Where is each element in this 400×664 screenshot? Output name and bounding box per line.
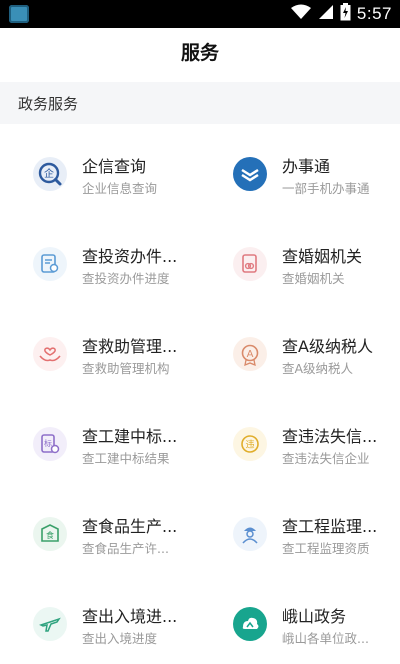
service-name: 查违法失信... bbox=[282, 427, 378, 446]
wifi-icon bbox=[290, 4, 312, 24]
service-item-enterprise-query[interactable]: 企 企信查询 企业信息查询 bbox=[0, 124, 200, 214]
eshan-gov-icon bbox=[233, 607, 267, 641]
top-bar: 服务 bbox=[0, 28, 400, 74]
service-desc: 峨山各单位政... bbox=[282, 631, 369, 646]
service-name: 查A级纳税人 bbox=[282, 337, 373, 356]
service-name: 办事通 bbox=[282, 157, 331, 176]
svg-text:企: 企 bbox=[44, 167, 54, 180]
service-desc: 查A级纳税人 bbox=[282, 361, 354, 376]
service-item-supervision-qualification[interactable]: 查工程监理... 查工程监理资质 bbox=[200, 484, 400, 574]
service-desc: 查食品生产许... bbox=[82, 541, 169, 556]
service-name: 峨山政务 bbox=[282, 607, 347, 626]
svg-text:食: 食 bbox=[46, 530, 54, 540]
status-bar: 5:57 bbox=[0, 0, 400, 28]
battery-icon bbox=[340, 3, 351, 25]
section-title: 政务服务 bbox=[18, 94, 79, 113]
service-grid: 企 企信查询 企业信息查询 办事通 一部手机办事通 查投资办件... 查投资办件… bbox=[0, 124, 400, 664]
banshitong-icon bbox=[233, 157, 267, 191]
bidding-result-icon: 标 bbox=[33, 427, 67, 461]
service-item-bidding-result[interactable]: 标 查工建中标... 查工建中标结果 bbox=[0, 394, 200, 484]
service-name: 查救助管理... bbox=[82, 337, 178, 356]
service-desc: 查投资办件进度 bbox=[82, 271, 170, 286]
service-item-taxpayer[interactable]: A 查A级纳税人 查A级纳税人 bbox=[200, 304, 400, 394]
service-item-eshan-gov[interactable]: 峨山政务 峨山各单位政... bbox=[200, 574, 400, 664]
supervision-qualification-icon bbox=[233, 517, 267, 551]
service-name: 查婚姻机关 bbox=[282, 247, 363, 266]
service-desc: 查婚姻机关 bbox=[282, 271, 345, 286]
service-name: 查工程监理... bbox=[282, 517, 378, 536]
enterprise-query-icon: 企 bbox=[33, 157, 67, 191]
service-desc: 查工建中标结果 bbox=[82, 451, 170, 466]
svg-text:违: 违 bbox=[245, 440, 254, 451]
svg-text:标: 标 bbox=[44, 438, 52, 448]
svg-text:A: A bbox=[247, 349, 254, 360]
service-desc: 查违法失信企业 bbox=[282, 451, 370, 466]
food-license-icon: 食 bbox=[33, 517, 67, 551]
service-name: 查食品生产... bbox=[82, 517, 178, 536]
service-name: 企信查询 bbox=[82, 157, 147, 176]
section-header: 政务服务 bbox=[0, 82, 400, 124]
service-item-entry-exit[interactable]: 查出入境进... 查出入境进度 bbox=[0, 574, 200, 664]
dishonest-enterprise-icon: 违 bbox=[233, 427, 267, 461]
service-item-relief-management[interactable]: 查救助管理... 查救助管理机构 bbox=[0, 304, 200, 394]
service-item-dishonest-enterprise[interactable]: 违 查违法失信... 查违法失信企业 bbox=[200, 394, 400, 484]
service-desc: 查出入境进度 bbox=[82, 631, 158, 646]
service-item-food-license[interactable]: 食 查食品生产... 查食品生产许... bbox=[0, 484, 200, 574]
status-time: 5:57 bbox=[356, 4, 392, 23]
service-desc: 查救助管理机构 bbox=[82, 361, 170, 376]
service-item-investment-progress[interactable]: 查投资办件... 查投资办件进度 bbox=[0, 214, 200, 304]
app-notification-icon bbox=[9, 5, 29, 23]
service-name: 查投资办件... bbox=[82, 247, 178, 266]
entry-exit-icon bbox=[33, 607, 67, 641]
signal-icon bbox=[318, 4, 334, 24]
service-desc: 查工程监理资质 bbox=[282, 541, 370, 556]
relief-management-icon bbox=[33, 337, 67, 371]
service-item-marriage-office[interactable]: 查婚姻机关 查婚姻机关 bbox=[200, 214, 400, 304]
investment-progress-icon bbox=[33, 247, 67, 281]
service-desc: 一部手机办事通 bbox=[282, 181, 370, 196]
service-name: 查出入境进... bbox=[82, 607, 178, 626]
taxpayer-icon: A bbox=[233, 337, 267, 371]
marriage-office-icon bbox=[233, 247, 267, 281]
service-desc: 企业信息查询 bbox=[82, 181, 158, 196]
page-title: 服务 bbox=[180, 41, 219, 64]
service-item-banshitong[interactable]: 办事通 一部手机办事通 bbox=[200, 124, 400, 214]
service-name: 查工建中标... bbox=[82, 427, 178, 446]
